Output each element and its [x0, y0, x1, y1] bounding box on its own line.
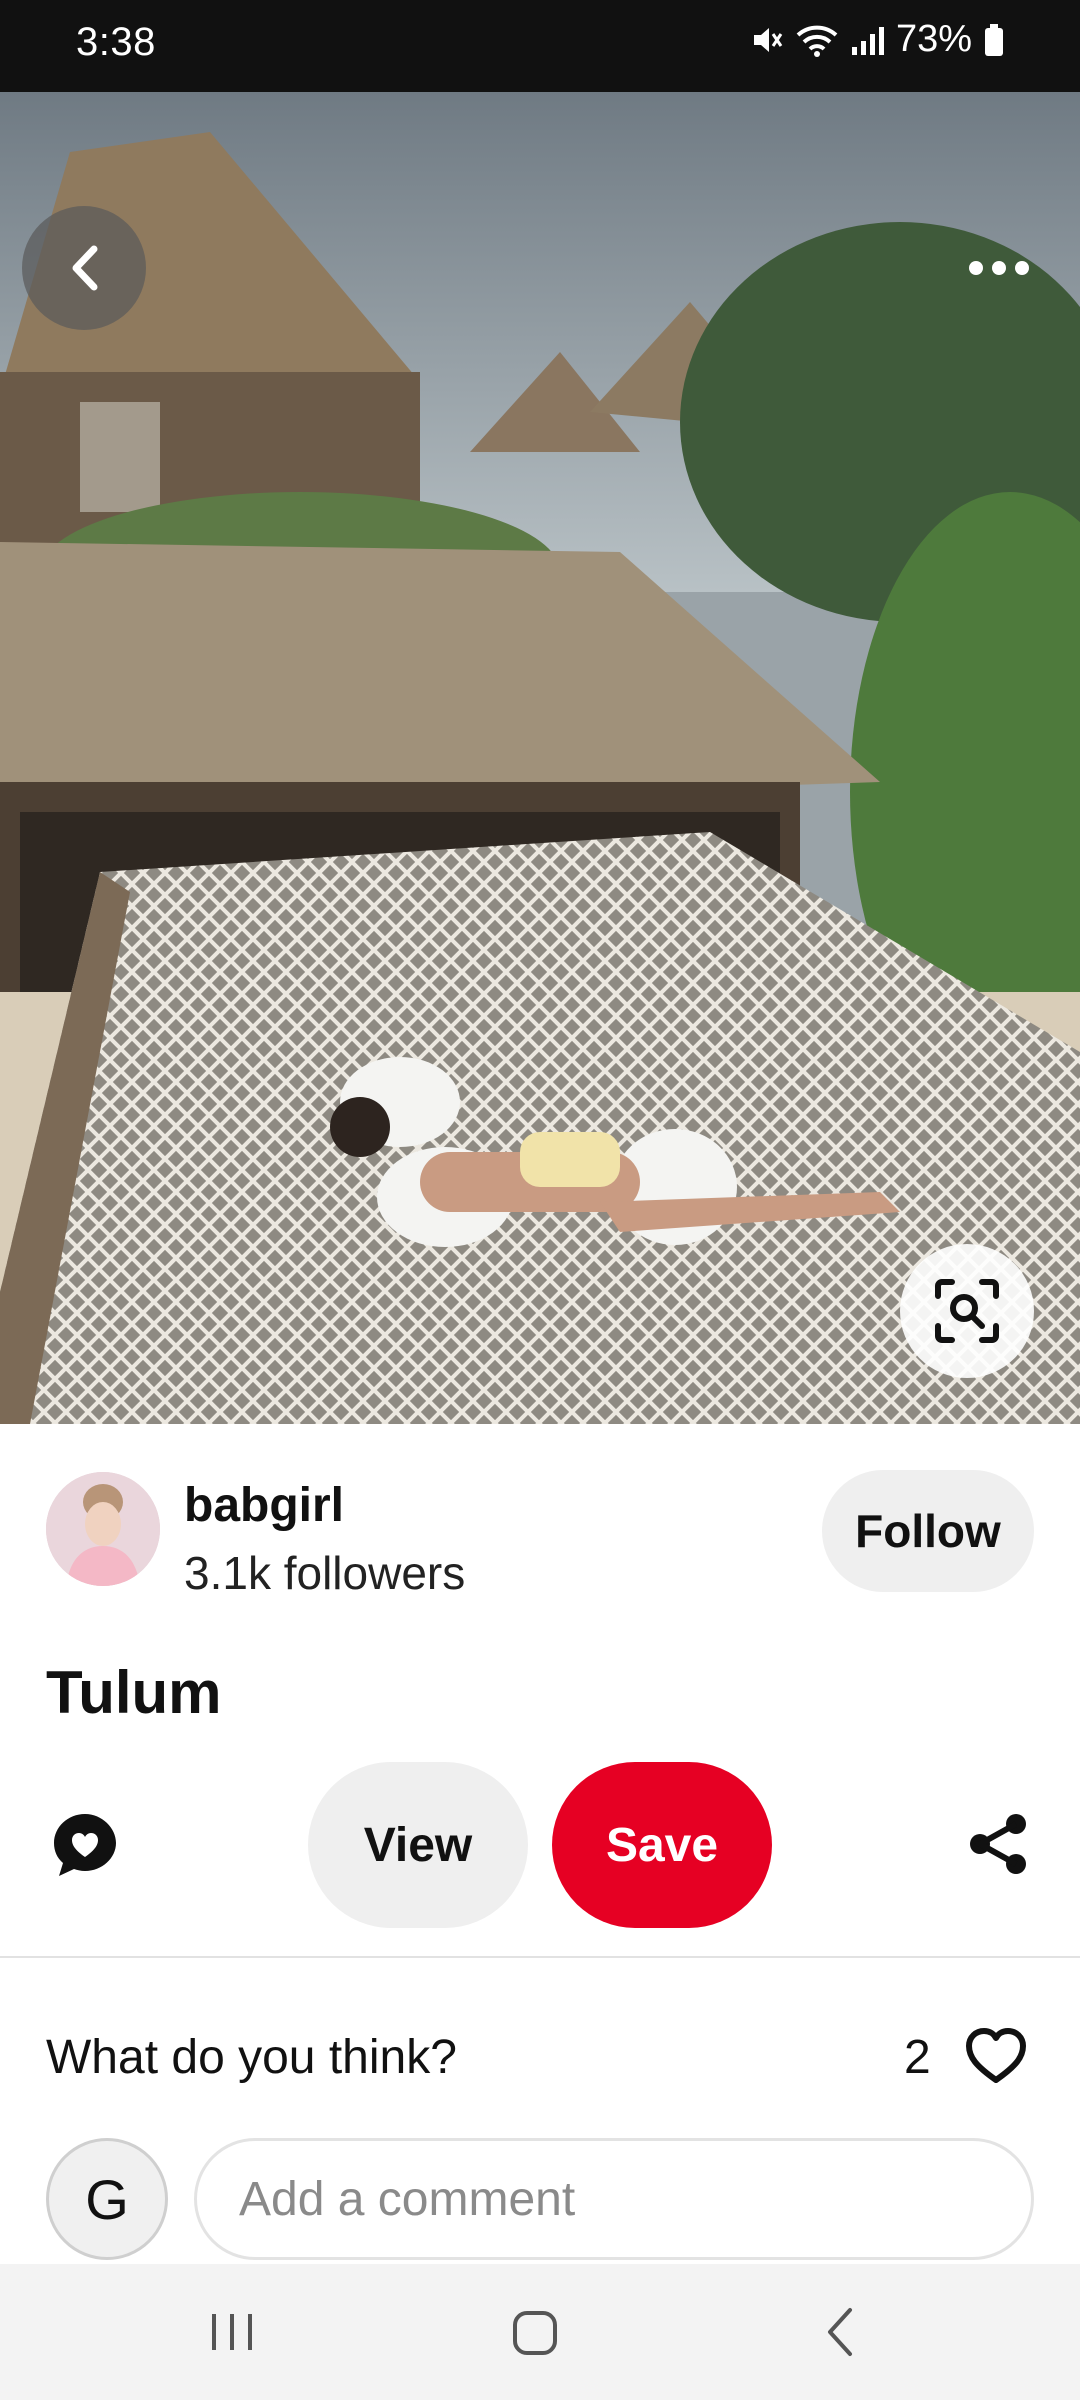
- more-dot-icon: [992, 261, 1006, 275]
- battery-icon: [985, 23, 1003, 56]
- more-dot-icon: [1015, 261, 1029, 275]
- more-options-button[interactable]: [944, 238, 1054, 298]
- author-avatar[interactable]: [46, 1472, 160, 1586]
- recents-icon[interactable]: [208, 2308, 256, 2356]
- lens-search-icon: [935, 1279, 999, 1343]
- pin-image[interactable]: [0, 92, 1080, 1424]
- visual-search-button[interactable]: [900, 1244, 1034, 1378]
- status-time: 3:38: [76, 20, 156, 64]
- heart-icon[interactable]: [964, 2026, 1028, 2086]
- pin-photo: [0, 92, 1080, 1424]
- current-user-avatar[interactable]: G: [46, 2138, 168, 2260]
- view-button[interactable]: View: [308, 1762, 528, 1928]
- author-name[interactable]: babgirl: [184, 1478, 344, 1533]
- more-dot-icon: [969, 261, 983, 275]
- comment-input[interactable]: [194, 2138, 1034, 2260]
- navigation-bar: [0, 2264, 1080, 2400]
- follow-button[interactable]: Follow: [822, 1470, 1034, 1592]
- status-icons: 73%: [750, 18, 1004, 61]
- avatar-photo: [46, 1472, 160, 1586]
- battery-percent: 73%: [895, 18, 972, 60]
- wifi-icon: [796, 25, 838, 57]
- chevron-left-icon: [72, 245, 98, 291]
- status-bar: 3:38 73%: [0, 0, 1080, 92]
- comment-heart-icon[interactable]: [50, 1810, 120, 1880]
- mute-icon: [753, 27, 783, 52]
- author-followers: 3.1k followers: [184, 1547, 466, 1599]
- comments-prompt: What do you think?: [46, 2031, 457, 2084]
- pin-title: Tulum: [46, 1659, 222, 1726]
- back-nav-icon[interactable]: [820, 2306, 860, 2358]
- share-icon[interactable]: [966, 1812, 1030, 1876]
- divider: [0, 1956, 1080, 1958]
- signal-icon: [851, 26, 884, 55]
- reaction-count: 2: [904, 2031, 931, 2084]
- home-icon[interactable]: [510, 2308, 560, 2358]
- save-button[interactable]: Save: [552, 1762, 772, 1928]
- back-button[interactable]: [22, 206, 146, 330]
